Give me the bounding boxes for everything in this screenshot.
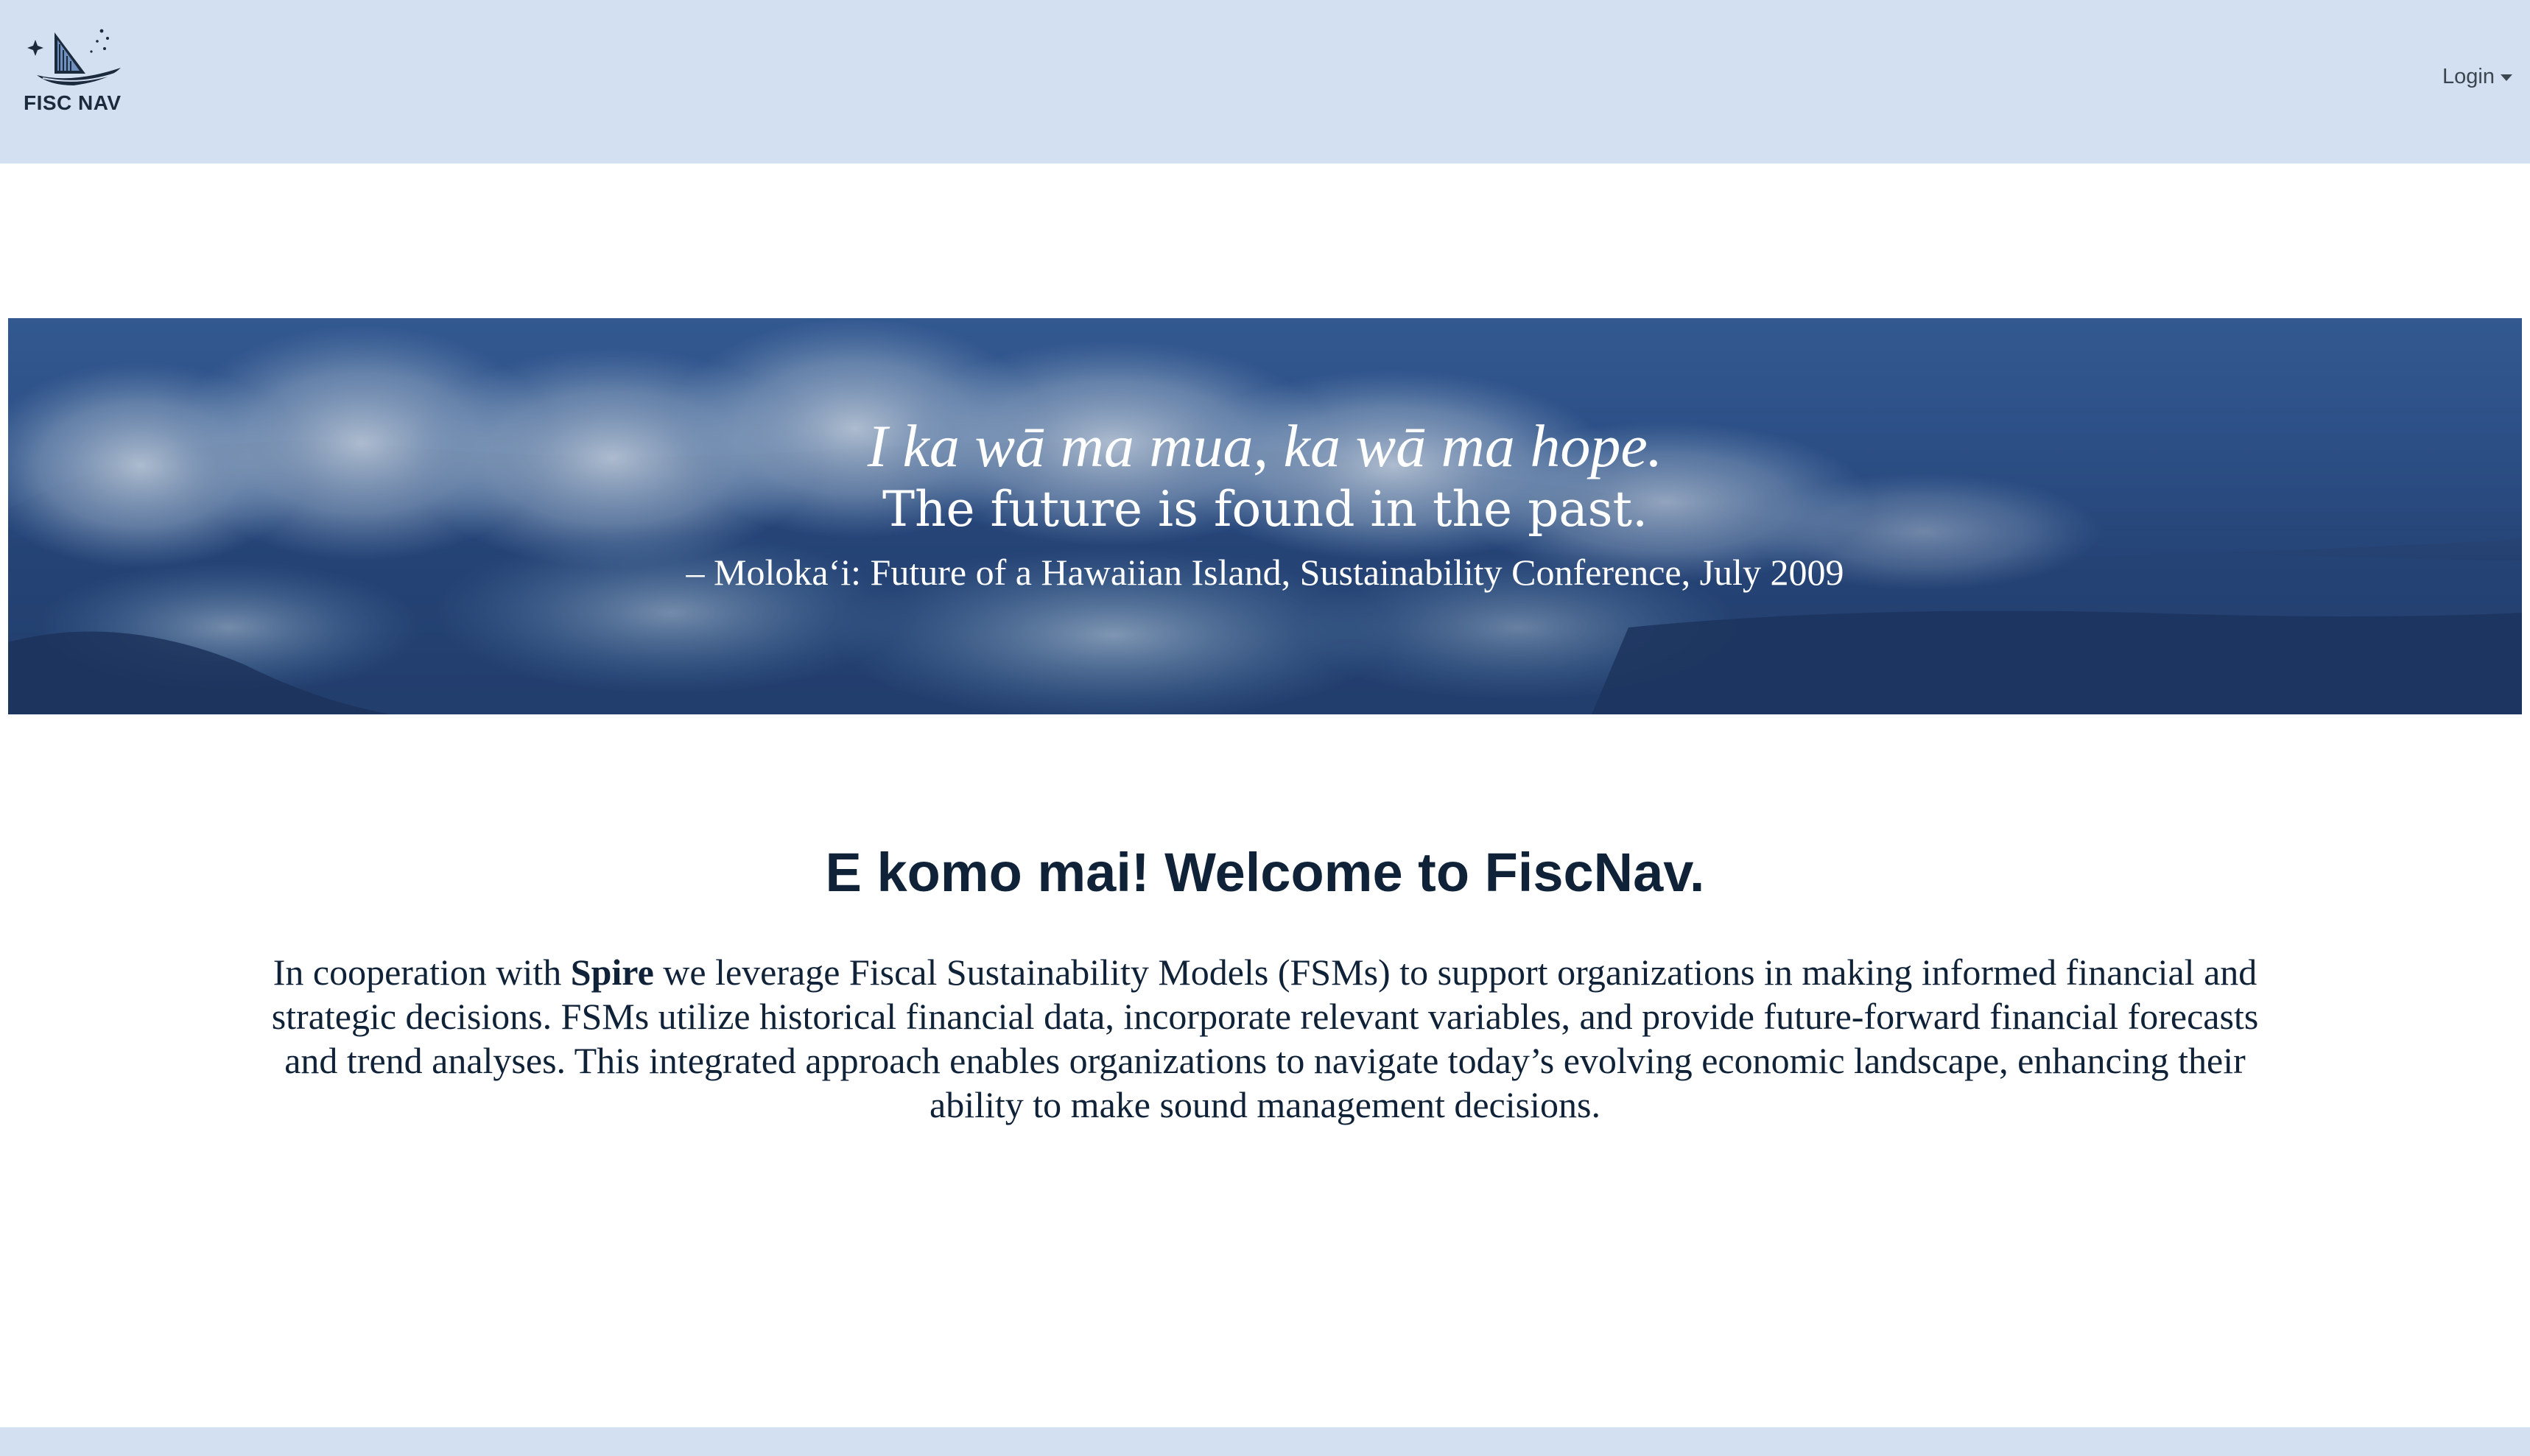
hero-quote: I ka wā ma mua, ka wā ma hope. The futur…: [8, 414, 2522, 598]
quote-source: – Molokaʻi: Future of a Hawaiian Island,…: [686, 552, 1844, 593]
quote-english: The future is found in the past.: [882, 481, 1648, 538]
canoe-stars-logo-icon: [27, 29, 121, 85]
caret-down-icon: [2501, 74, 2512, 81]
intro-paragraph: In cooperation with Spire we leverage Fi…: [243, 950, 2287, 1127]
hero-banner: I ka wā ma mua, ka wā ma hope. The futur…: [8, 318, 2522, 714]
intro-text-start: In cooperation with: [273, 952, 571, 993]
quote-hawaiian: I ka wā ma mua, ka wā ma hope.: [867, 412, 1663, 479]
brand-text: FISC NAV: [24, 91, 122, 114]
brand-logo-link[interactable]: FISC NAV: [21, 22, 131, 125]
welcome-heading: E komo mai! Welcome to FiscNav.: [825, 842, 1705, 903]
top-navbar: FISC NAV Login: [0, 0, 2530, 163]
spire-name: Spire: [570, 952, 654, 993]
login-label: Login: [2442, 65, 2495, 88]
login-dropdown-toggle[interactable]: Login: [2442, 65, 2512, 89]
page-footer: [0, 1427, 2530, 1456]
